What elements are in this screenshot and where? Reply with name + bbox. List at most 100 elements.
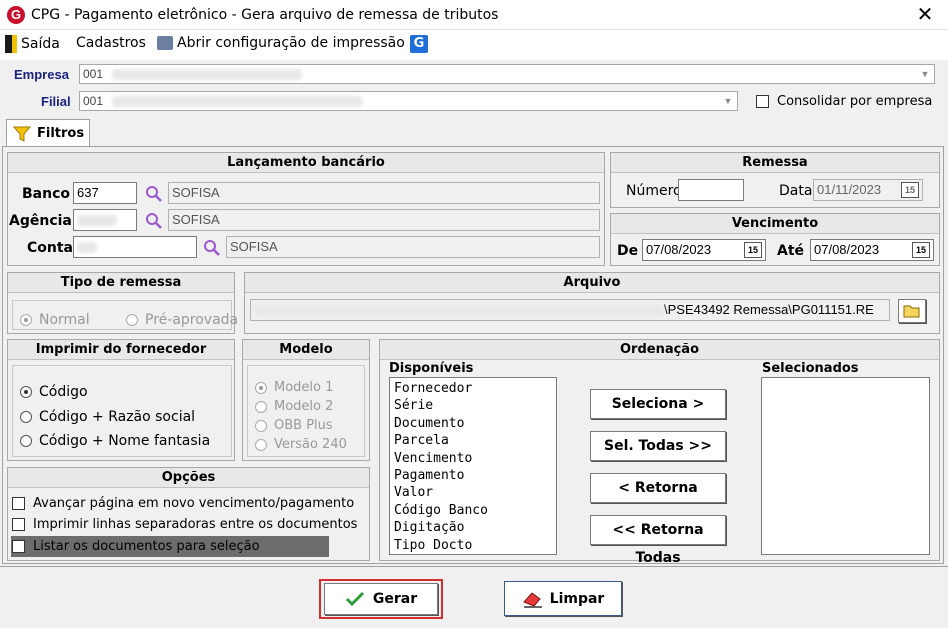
chevron-down-icon[interactable]: ▼	[917, 66, 933, 82]
list-item[interactable]: Tipo Docto	[394, 537, 552, 554]
app-logo-icon: G	[7, 6, 25, 24]
radio-dot[interactable]	[20, 386, 32, 398]
print-config-button[interactable]: Abrir configuração de impressão	[157, 35, 405, 51]
list-item[interactable]: Documento	[394, 415, 552, 432]
empresa-combo[interactable]: 001 ▼	[79, 64, 935, 84]
de-label: De	[617, 243, 639, 259]
search-icon[interactable]	[145, 212, 163, 230]
radio-pre-aprovada[interactable]: Pré-aprovada	[126, 312, 238, 328]
arquivo-title: Arquivo	[245, 273, 939, 293]
limpar-button[interactable]: Limpar	[504, 581, 622, 616]
cadastros-menu[interactable]: Cadastros	[76, 35, 146, 51]
radio-versao-240[interactable]: Versão 240	[255, 437, 347, 452]
checkbox-box[interactable]	[12, 497, 25, 510]
radio-codigo-label: Código	[39, 384, 88, 400]
retorna-todas-button[interactable]: << Retorna Todas	[590, 515, 726, 566]
checkbox-box[interactable]	[756, 95, 769, 108]
radio-codigo-razao[interactable]: Código + Razão social	[20, 409, 195, 425]
retorna-button[interactable]: < Retorna	[590, 473, 726, 503]
calendar-icon[interactable]: 15	[744, 242, 762, 258]
chevron-down-icon[interactable]: ▼	[720, 93, 736, 109]
radio-obb-plus[interactable]: OBB Plus	[255, 418, 333, 433]
sel-todas-button[interactable]: Sel. Todas >>	[590, 431, 726, 461]
de-input[interactable]: 07/08/2023 15	[642, 239, 766, 261]
banco-input[interactable]: 637	[73, 182, 137, 204]
close-icon[interactable]: ✕	[912, 2, 938, 28]
ate-input[interactable]: 07/08/2023 15	[810, 239, 934, 261]
list-item[interactable]: Valor	[394, 484, 552, 501]
empresa-label: Empresa	[14, 67, 69, 82]
redacted-text	[254, 305, 664, 317]
radio-dot[interactable]	[255, 381, 267, 394]
arquivo-path: \PSE43492 Remessa\PG011151.RE	[664, 302, 874, 317]
browse-folder-button[interactable]	[898, 299, 926, 323]
checkbox-box[interactable]	[12, 518, 25, 531]
tab-filtros[interactable]: Filtros	[6, 119, 90, 147]
opcao-avancar-pagina[interactable]: Avançar página em novo vencimento/pagame…	[12, 496, 354, 511]
list-item[interactable]: Vencimento	[394, 450, 552, 467]
radio-normal[interactable]: Normal	[20, 312, 90, 328]
empresa-value: 001	[83, 67, 104, 81]
radio-dot[interactable]	[20, 435, 32, 447]
disponiveis-listbox[interactable]: Fornecedor Série Documento Parcela Venciment…	[389, 377, 557, 555]
consolidar-checkbox[interactable]: Consolidar por empresa	[756, 94, 932, 109]
radio-modelo-1[interactable]: Modelo 1	[255, 380, 333, 395]
radio-dot[interactable]	[255, 400, 267, 413]
consolidar-label: Consolidar por empresa	[777, 94, 933, 109]
checkbox-box[interactable]	[12, 540, 25, 553]
ate-value: 07/08/2023	[814, 242, 880, 257]
list-item[interactable]: Código Banco	[394, 502, 552, 519]
exit-button[interactable]: Saída	[5, 35, 60, 53]
opcao-listar-documentos[interactable]: Listar os documentos para seleção	[12, 539, 260, 554]
conta-input[interactable]	[73, 236, 197, 258]
radio-codigo[interactable]: Código	[20, 384, 88, 400]
radio-codigo-fantasia[interactable]: Código + Nome fantasia	[20, 433, 210, 449]
calendar-icon[interactable]: 15	[912, 242, 930, 258]
search-icon[interactable]	[145, 185, 163, 203]
radio-codigo-fantasia-label: Código + Nome fantasia	[39, 433, 211, 449]
limpar-label: Limpar	[549, 590, 605, 607]
banco-name-field: SOFISA	[168, 182, 600, 204]
cadastros-label: Cadastros	[76, 35, 146, 51]
arquivo-path-input[interactable]: \PSE43492 Remessa\PG011151.RE	[250, 299, 890, 321]
list-item[interactable]: Série	[394, 397, 552, 414]
radio-modelo-2[interactable]: Modelo 2	[255, 399, 333, 414]
opcao-listar-label: Listar os documentos para seleção	[33, 539, 260, 554]
eraser-icon	[522, 591, 542, 608]
selecionados-label: Selecionados	[762, 361, 859, 376]
seleciona-button[interactable]: Seleciona >	[590, 389, 726, 419]
list-item[interactable]: Parcela	[394, 432, 552, 449]
radio-dot[interactable]	[126, 314, 138, 326]
agencia-input[interactable]	[73, 209, 137, 231]
folder-icon	[903, 305, 920, 318]
g-app-button[interactable]: G	[410, 35, 428, 53]
g-logo-icon: G	[410, 35, 428, 53]
sel-todas-label: Sel. Todas >>	[603, 438, 712, 454]
numero-label: Número	[626, 183, 682, 199]
tab-filtros-label: Filtros	[37, 126, 85, 141]
numero-input[interactable]	[678, 179, 744, 201]
search-icon[interactable]	[203, 239, 221, 257]
list-item[interactable]: Fornecedor	[394, 380, 552, 397]
vencimento-title: Vencimento	[611, 214, 939, 234]
seleciona-label: Seleciona >	[611, 396, 705, 412]
data-input[interactable]: 01/11/2023 15	[813, 179, 923, 201]
radio-dot[interactable]	[255, 438, 267, 451]
gerar-button[interactable]: Gerar	[324, 583, 438, 615]
radio-dot[interactable]	[255, 419, 267, 432]
filial-combo[interactable]: 001 ▼	[79, 91, 738, 111]
radio-dot[interactable]	[20, 411, 32, 423]
redacted-text	[112, 69, 303, 81]
opcao-linhas-separadoras[interactable]: Imprimir linhas separadoras entre os doc…	[12, 517, 357, 532]
radio-modelo-1-label: Modelo 1	[274, 380, 334, 395]
list-item[interactable]: Pagamento	[394, 467, 552, 484]
conta-name-field: SOFISA	[226, 236, 600, 258]
list-item[interactable]: Digitação	[394, 519, 552, 536]
radio-dot[interactable]	[20, 314, 32, 326]
redacted-text	[77, 215, 117, 227]
calendar-icon[interactable]: 15	[901, 182, 919, 198]
remessa-title: Remessa	[611, 153, 939, 173]
selecionados-listbox[interactable]	[761, 377, 930, 555]
exit-label: Saída	[21, 36, 60, 52]
conta-label: Conta	[27, 240, 73, 256]
